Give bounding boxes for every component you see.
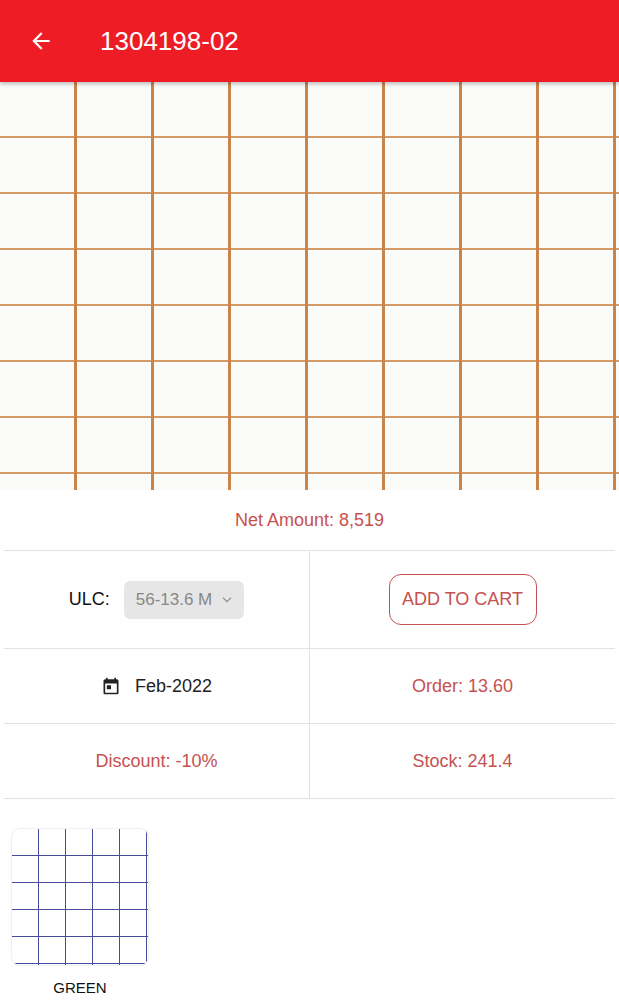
- variant-swatch[interactable]: [12, 829, 148, 965]
- variant-list: GREEN: [0, 799, 619, 1000]
- page-title: 1304198-02: [100, 26, 239, 57]
- ulc-select: 56-13.6 M: [124, 581, 245, 619]
- chevron-down-icon: [220, 593, 234, 607]
- date-order-row: Feb-2022 Order: 13.60: [4, 649, 615, 724]
- date-label: Feb-2022: [135, 676, 212, 697]
- ulc-label: ULC:: [69, 589, 110, 610]
- fabric-image: [0, 82, 619, 490]
- discount-stock-row: Discount: -10% Stock: 241.4: [4, 724, 615, 799]
- back-arrow-icon: [28, 28, 54, 54]
- net-amount: Net Amount: 8,519: [4, 490, 615, 551]
- variant-label: GREEN: [53, 979, 106, 996]
- ulc-row: ULC: 56-13.6 M ADD TO CART: [4, 551, 615, 649]
- order-label: Order: 13.60: [412, 676, 513, 697]
- variant-item[interactable]: GREEN: [12, 829, 148, 996]
- product-page: 1304198-02 Net Amount: 8,519 ULC: 56-13.…: [0, 0, 619, 1000]
- add-to-cart-button[interactable]: ADD TO CART: [389, 574, 537, 625]
- stock-label: Stock: 241.4: [412, 751, 512, 772]
- back-button[interactable]: [28, 28, 54, 54]
- calendar-icon: [101, 676, 121, 696]
- top-bar: 1304198-02: [0, 0, 619, 82]
- discount-label: Discount: -10%: [95, 751, 217, 772]
